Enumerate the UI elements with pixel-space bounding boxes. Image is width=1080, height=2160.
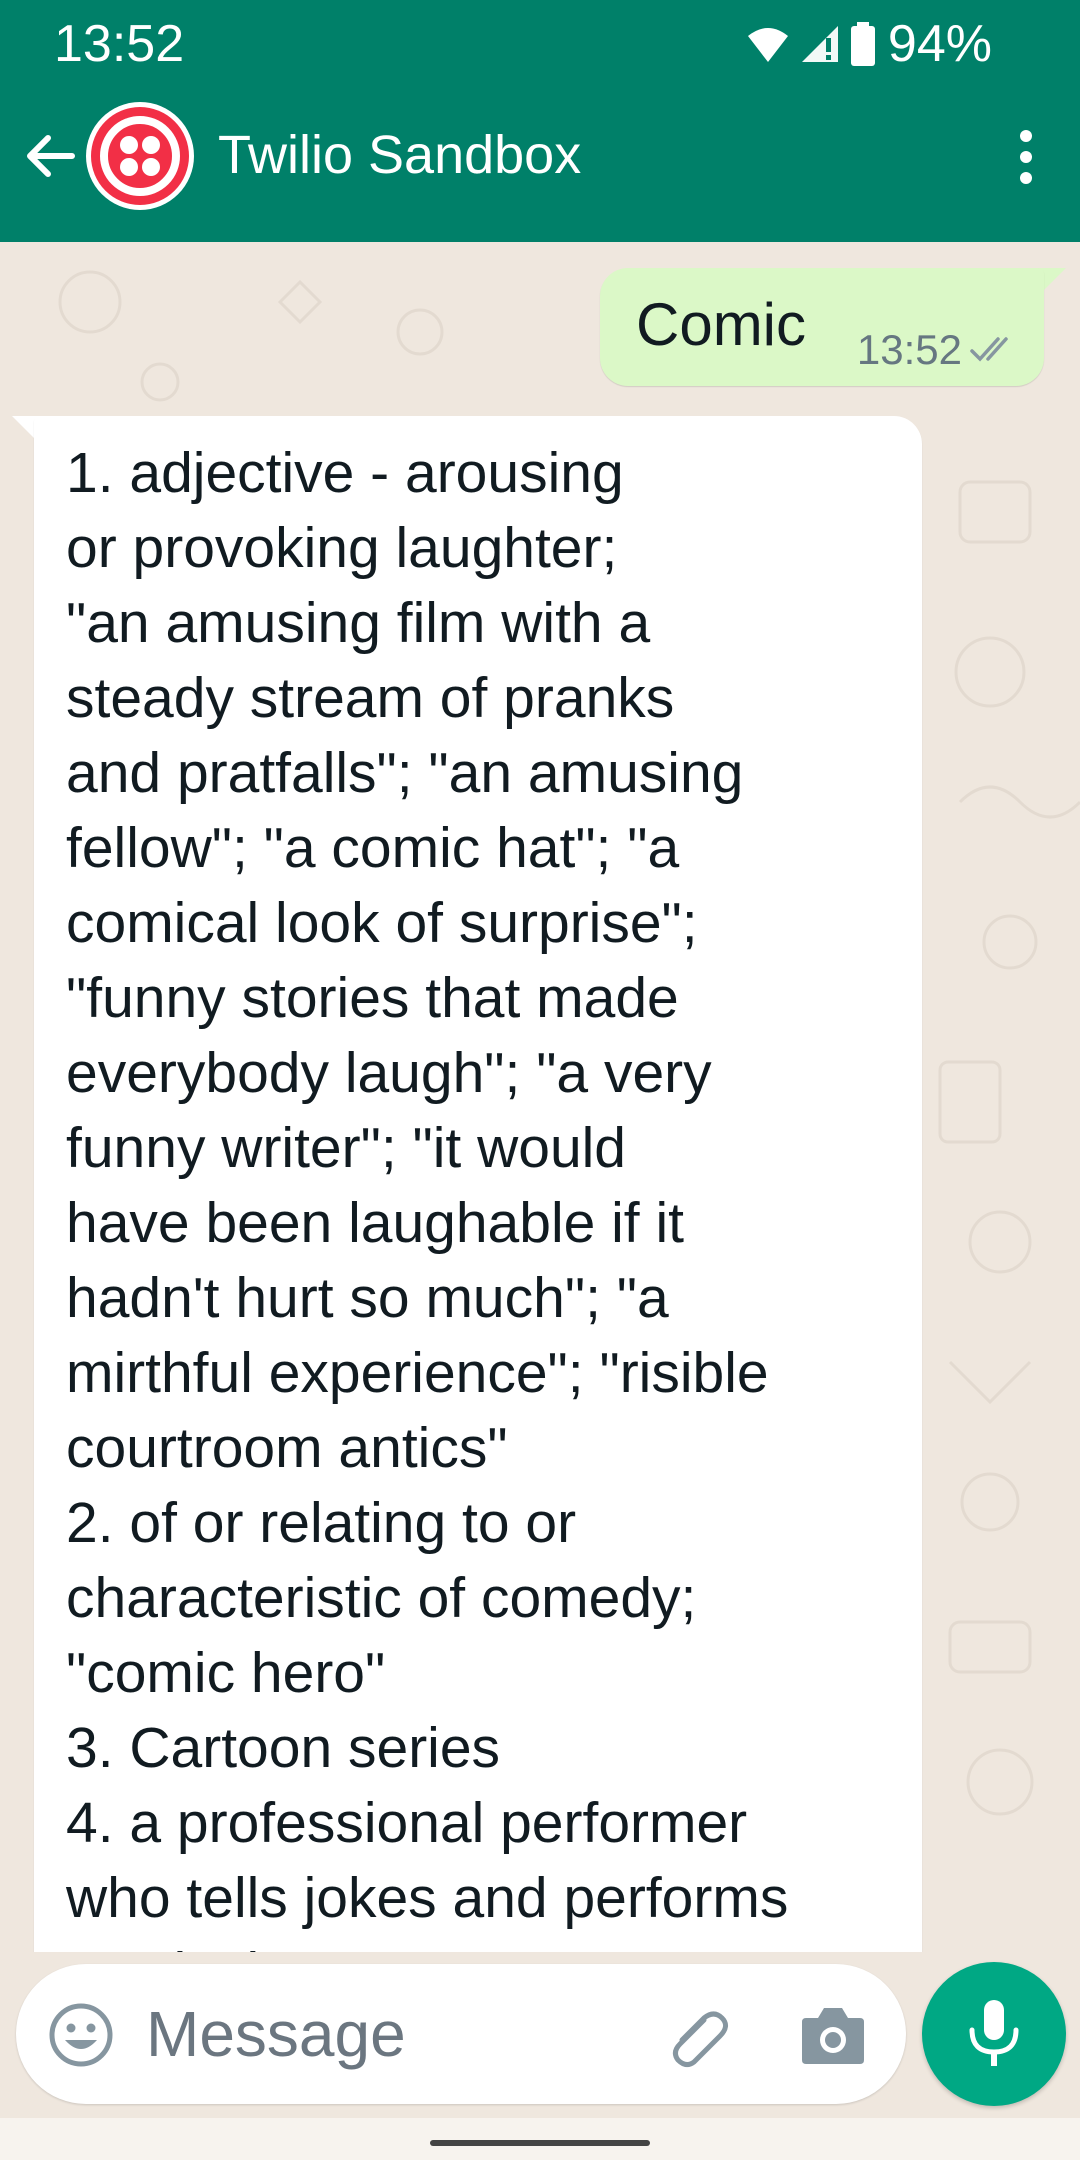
emoji-icon[interactable]	[48, 2002, 114, 2068]
more-vertical-icon[interactable]	[1016, 128, 1036, 186]
twilio-logo-icon	[91, 107, 189, 205]
system-nav-bar	[0, 2118, 1080, 2160]
message-meta: 13:52	[857, 326, 1018, 374]
status-icons: 94%	[746, 14, 992, 74]
contact-name[interactable]: Twilio Sandbox	[218, 124, 581, 186]
contact-avatar[interactable]	[86, 102, 194, 210]
camera-icon[interactable]	[800, 2004, 866, 2066]
message-time: 13:52	[856, 326, 962, 373]
chat-area[interactable]: Comic 13:52 1. adjective - arousing or p…	[0, 242, 1080, 1952]
mic-button[interactable]	[922, 1962, 1066, 2106]
message-composer	[16, 1964, 906, 2104]
app-bar: 13:52 94% Twilio Sandbox	[0, 0, 1080, 242]
message-text: 1. adjective - arousing or provoking lau…	[66, 441, 789, 1952]
signal-icon	[801, 26, 838, 62]
message-text: Comic	[636, 291, 807, 358]
incoming-message[interactable]: 1. adjective - arousing or provoking lau…	[34, 416, 922, 1952]
battery-percent: 94%	[887, 15, 992, 73]
mic-icon	[969, 2000, 1019, 2066]
home-gesture-handle[interactable]	[430, 2140, 650, 2146]
back-arrow-icon[interactable]	[22, 128, 78, 184]
status-time: 13:52	[54, 15, 185, 73]
wifi-icon	[747, 28, 788, 62]
outgoing-message[interactable]: Comic 13:52	[600, 268, 1044, 386]
battery-icon	[850, 22, 875, 66]
message-input[interactable]	[146, 1994, 626, 2074]
attach-icon[interactable]	[664, 2002, 734, 2072]
double-check-icon	[970, 337, 1008, 362]
